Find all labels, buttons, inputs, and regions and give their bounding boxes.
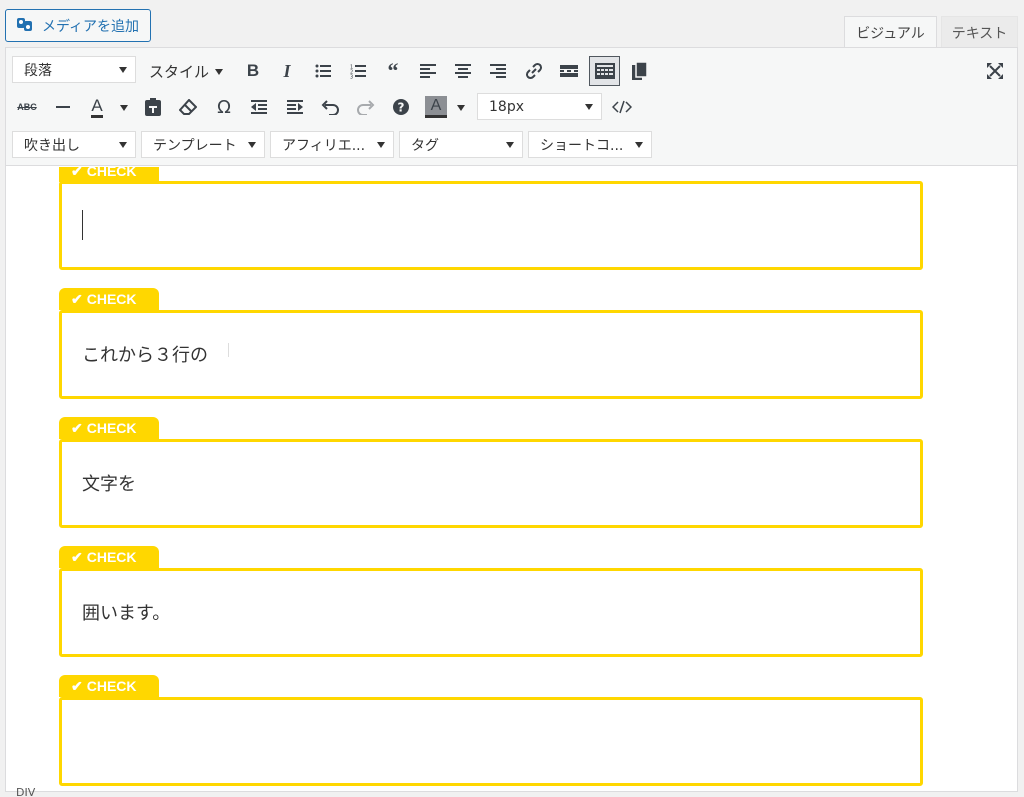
chevron-down-icon (635, 142, 643, 148)
add-media-label: メディアを追加 (42, 18, 140, 35)
check-label-text: CHECK (86, 167, 137, 179)
dropdown-label: アフィリエ... (282, 137, 366, 154)
check-box[interactable]: 囲います。 (59, 568, 923, 657)
chevron-down-icon[interactable] (457, 105, 465, 111)
svg-text:?: ? (398, 101, 405, 115)
editor-frame: 段落 スタイル B I 123 “ ABC A Ω ? A 18px 吹き出し … (5, 47, 1018, 796)
check-box[interactable]: 文字を (59, 439, 923, 528)
svg-text:3: 3 (350, 74, 353, 79)
toolbar-toggle-icon[interactable] (589, 56, 620, 86)
align-left-icon[interactable] (414, 57, 442, 85)
check-label: ✔ CHECK (59, 546, 159, 568)
undo-icon[interactable] (316, 93, 344, 121)
dropdown-label: タグ (411, 137, 439, 154)
copy-icon[interactable] (626, 57, 654, 85)
chevron-down-icon (248, 142, 256, 148)
check-label: ✔ CHECK (59, 417, 159, 439)
editor-toolbar: 段落 スタイル B I 123 “ ABC A Ω ? A 18px 吹き出し … (6, 48, 1017, 166)
align-right-icon[interactable] (484, 57, 512, 85)
status-bar: DIV (6, 786, 1017, 796)
check-box[interactable]: これから３行の (59, 310, 923, 399)
check-box-text: 囲います。 (82, 603, 171, 624)
check-icon: ✔ (71, 677, 83, 694)
check-label-text: CHECK (86, 678, 137, 694)
format-select-value: 段落 (24, 62, 52, 79)
check-label: ✔ CHECK (59, 288, 159, 310)
format-select[interactable]: 段落 (12, 56, 136, 83)
bold-icon[interactable]: B (239, 57, 267, 85)
editor-header: メディアを追加 ビジュアル テキスト (0, 0, 1024, 48)
check-icon: ✔ (71, 290, 83, 307)
dropdown-affiliate[interactable]: アフィリエ... (270, 131, 394, 158)
check-label-text: CHECK (86, 420, 137, 436)
dropdown-label: テンプレート (153, 137, 237, 154)
clear-formatting-icon[interactable] (174, 93, 202, 121)
chevron-down-icon (119, 67, 127, 73)
tab-text[interactable]: テキスト (941, 16, 1018, 48)
check-icon: ✔ (71, 167, 83, 179)
help-icon[interactable]: ? (387, 93, 415, 121)
check-box[interactable] (59, 697, 923, 786)
chevron-down-icon (215, 68, 224, 75)
fullscreen-icon[interactable] (981, 57, 1009, 85)
link-icon[interactable] (520, 57, 548, 85)
numbered-list-icon[interactable]: 123 (344, 57, 372, 85)
chevron-down-icon (506, 142, 514, 148)
chevron-down-icon[interactable] (120, 105, 128, 111)
check-label: ✔ CHECK (59, 675, 159, 697)
add-media-button[interactable]: メディアを追加 (5, 9, 151, 42)
bullet-list-icon[interactable] (309, 57, 337, 85)
blockquote-icon[interactable]: “ (379, 57, 407, 85)
dropdown-tag[interactable]: タグ (399, 131, 523, 158)
read-more-icon[interactable] (555, 57, 583, 85)
dropdown-shortcode[interactable]: ショートコ... (528, 131, 652, 158)
dropdown-balloon[interactable]: 吹き出し (12, 131, 136, 158)
check-box-text: これから３行の (82, 345, 208, 366)
check-box-text: 文字を (82, 474, 136, 495)
special-character-icon[interactable]: Ω (210, 93, 238, 121)
text-color-icon[interactable]: A (83, 93, 111, 121)
text-cursor (82, 210, 83, 240)
background-color-icon[interactable]: A (422, 93, 450, 121)
check-label-text: CHECK (86, 291, 137, 307)
chevron-down-icon (585, 104, 593, 110)
style-menu-label: スタイル (149, 63, 210, 81)
outdent-icon[interactable] (245, 93, 273, 121)
dropdown-label: 吹き出し (24, 137, 80, 154)
horizontal-line-icon[interactable] (49, 93, 77, 121)
strikethrough-icon[interactable]: ABC (13, 93, 41, 121)
italic-icon[interactable]: I (273, 57, 301, 85)
align-center-icon[interactable] (449, 57, 477, 85)
check-label-text: CHECK (86, 549, 137, 565)
check-icon: ✔ (71, 548, 83, 565)
font-size-select[interactable]: 18px (477, 93, 602, 120)
style-menu[interactable]: スタイル (149, 58, 224, 85)
tab-visual[interactable]: ビジュアル (844, 16, 937, 48)
code-icon[interactable] (608, 93, 636, 121)
media-icon (15, 14, 35, 38)
text-caret-marker (228, 343, 229, 357)
check-icon: ✔ (71, 419, 83, 436)
element-path[interactable]: DIV (16, 786, 35, 796)
paste-text-icon[interactable] (139, 93, 167, 121)
editor-content[interactable]: ✔ CHECK ✔ CHECK これから３行の ✔ CHECK 文字を ✔ CH… (6, 167, 1017, 786)
indent-icon[interactable] (281, 93, 309, 121)
dropdown-template[interactable]: テンプレート (141, 131, 265, 158)
redo-icon[interactable] (352, 93, 380, 121)
dropdown-label: ショートコ... (540, 137, 624, 154)
chevron-down-icon (377, 142, 385, 148)
font-size-value: 18px (489, 98, 524, 115)
check-box[interactable] (59, 181, 923, 270)
check-label: ✔ CHECK (59, 167, 159, 182)
chevron-down-icon (119, 142, 127, 148)
